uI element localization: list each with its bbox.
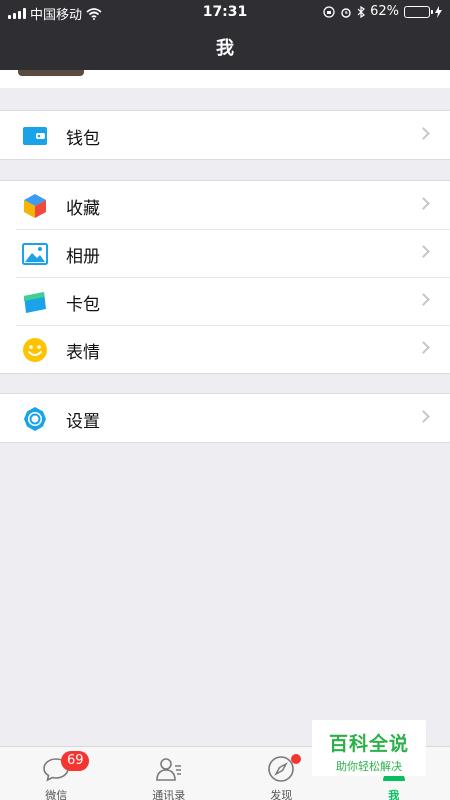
menu-item-favorites[interactable]: 收藏	[0, 181, 450, 229]
menu-item-stickers-label: 表情	[66, 343, 100, 363]
tab-me-label: 我	[388, 789, 400, 800]
tab-discover-label: 发现	[270, 789, 293, 800]
profile-header[interactable]	[0, 70, 450, 88]
gear-icon	[24, 407, 46, 431]
tab-chats-label: 微信	[45, 789, 68, 800]
watermark: 百科全说 助你轻松解决	[312, 720, 426, 776]
battery-icon	[404, 5, 433, 18]
image-icon	[22, 243, 48, 265]
wallet-icon	[23, 127, 47, 145]
menu-item-stickers[interactable]: 表情	[0, 325, 450, 373]
settings-group: 设置	[0, 393, 450, 443]
chevron-right-icon	[417, 341, 430, 354]
menu-item-album-label: 相册	[66, 247, 100, 267]
chevron-right-icon	[417, 197, 430, 210]
menu-item-album[interactable]: 相册	[0, 229, 450, 277]
menu-item-cards[interactable]: 卡包	[0, 277, 450, 325]
menu-item-settings-label: 设置	[66, 412, 100, 432]
top-header: 中国移动 17:31 62% 我	[0, 0, 450, 70]
tab-contacts[interactable]: 通讯录	[113, 747, 226, 800]
main-menu-group: 收藏 相册 卡包 表情	[0, 180, 450, 374]
menu-item-cards-label: 卡包	[66, 295, 100, 315]
watermark-title: 百科全说	[328, 733, 409, 755]
notification-dot	[291, 754, 302, 764]
chevron-right-icon	[417, 410, 430, 423]
card-icon	[24, 292, 46, 313]
menu-item-favorites-label: 收藏	[66, 199, 100, 219]
tab-contacts-label: 通讯录	[152, 789, 186, 800]
wallet-group: 钱包	[0, 110, 450, 160]
status-bar: 中国移动 17:31 62%	[0, 0, 450, 24]
chevron-right-icon	[417, 293, 430, 306]
avatar[interactable]	[18, 70, 84, 76]
orientation-lock-icon	[323, 5, 335, 18]
chevron-right-icon	[417, 127, 430, 140]
smile-icon	[23, 338, 47, 362]
bluetooth-icon	[357, 5, 366, 18]
unread-badge: 69	[61, 751, 90, 771]
cube-icon	[24, 194, 46, 218]
menu-item-settings[interactable]: 设置	[0, 394, 450, 442]
status-right: 62%	[323, 4, 442, 19]
charging-icon	[435, 5, 442, 18]
tab-chats[interactable]: 69 微信	[0, 747, 113, 800]
menu-item-wallet[interactable]: 钱包	[0, 111, 450, 159]
alarm-icon	[341, 7, 351, 18]
page-title: 我	[216, 38, 234, 59]
menu-item-wallet-label: 钱包	[66, 129, 100, 149]
chevron-right-icon	[417, 245, 430, 258]
watermark-subtitle: 助你轻松解决	[336, 760, 402, 773]
contacts-icon	[155, 758, 181, 781]
battery-percent: 62%	[370, 4, 399, 19]
